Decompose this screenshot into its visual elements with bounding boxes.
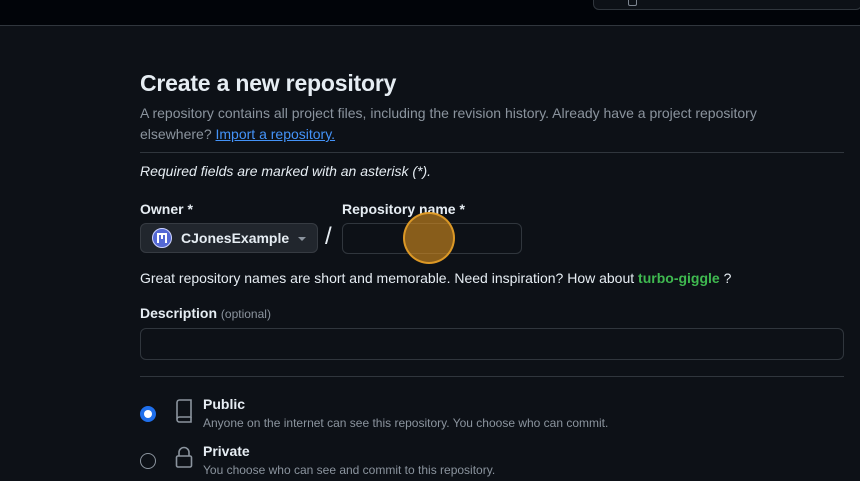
header-divider <box>140 152 844 153</box>
repository-name-label: Repository name * <box>342 201 465 217</box>
repo-icon <box>176 399 192 423</box>
lock-icon <box>175 446 193 468</box>
owner-repo-separator: / <box>325 223 332 250</box>
avatar-identicon <box>157 233 167 243</box>
header-search-box[interactable] <box>593 0 860 10</box>
private-title: Private <box>203 443 250 459</box>
public-radio[interactable] <box>140 406 156 422</box>
hint-text: Great repository names are short and mem… <box>140 270 639 286</box>
description-label: Description (optional) <box>140 305 271 321</box>
owner-label: Owner * <box>140 201 193 217</box>
top-header-bar <box>0 0 860 26</box>
owner-avatar <box>152 228 172 248</box>
repository-name-input[interactable] <box>342 223 522 254</box>
public-title: Public <box>203 396 246 412</box>
private-radio[interactable] <box>140 453 156 469</box>
description-input[interactable] <box>140 328 844 360</box>
page-subtitle: A repository contains all project files,… <box>140 103 820 145</box>
owner-dropdown[interactable]: CJonesExample <box>140 223 318 253</box>
section-divider <box>140 376 844 377</box>
description-label-text: Description <box>140 305 218 321</box>
private-description: You choose who can see and commit to thi… <box>203 463 496 477</box>
required-fields-note: Required fields are marked with an aster… <box>140 163 432 179</box>
import-repository-link[interactable]: Import a repository. <box>216 126 336 142</box>
public-description: Anyone on the internet can see this repo… <box>203 416 609 430</box>
name-suggestion[interactable]: turbo-giggle <box>638 270 720 286</box>
page-title: Create a new repository <box>140 70 397 96</box>
hint-suffix: ? <box>719 270 732 286</box>
optional-tag: (optional) <box>220 307 271 321</box>
command-palette-icon <box>628 0 637 6</box>
chevron-down-icon <box>298 237 306 241</box>
owner-name: CJonesExample <box>181 230 290 246</box>
repository-name-hint: Great repository names are short and mem… <box>140 270 731 286</box>
